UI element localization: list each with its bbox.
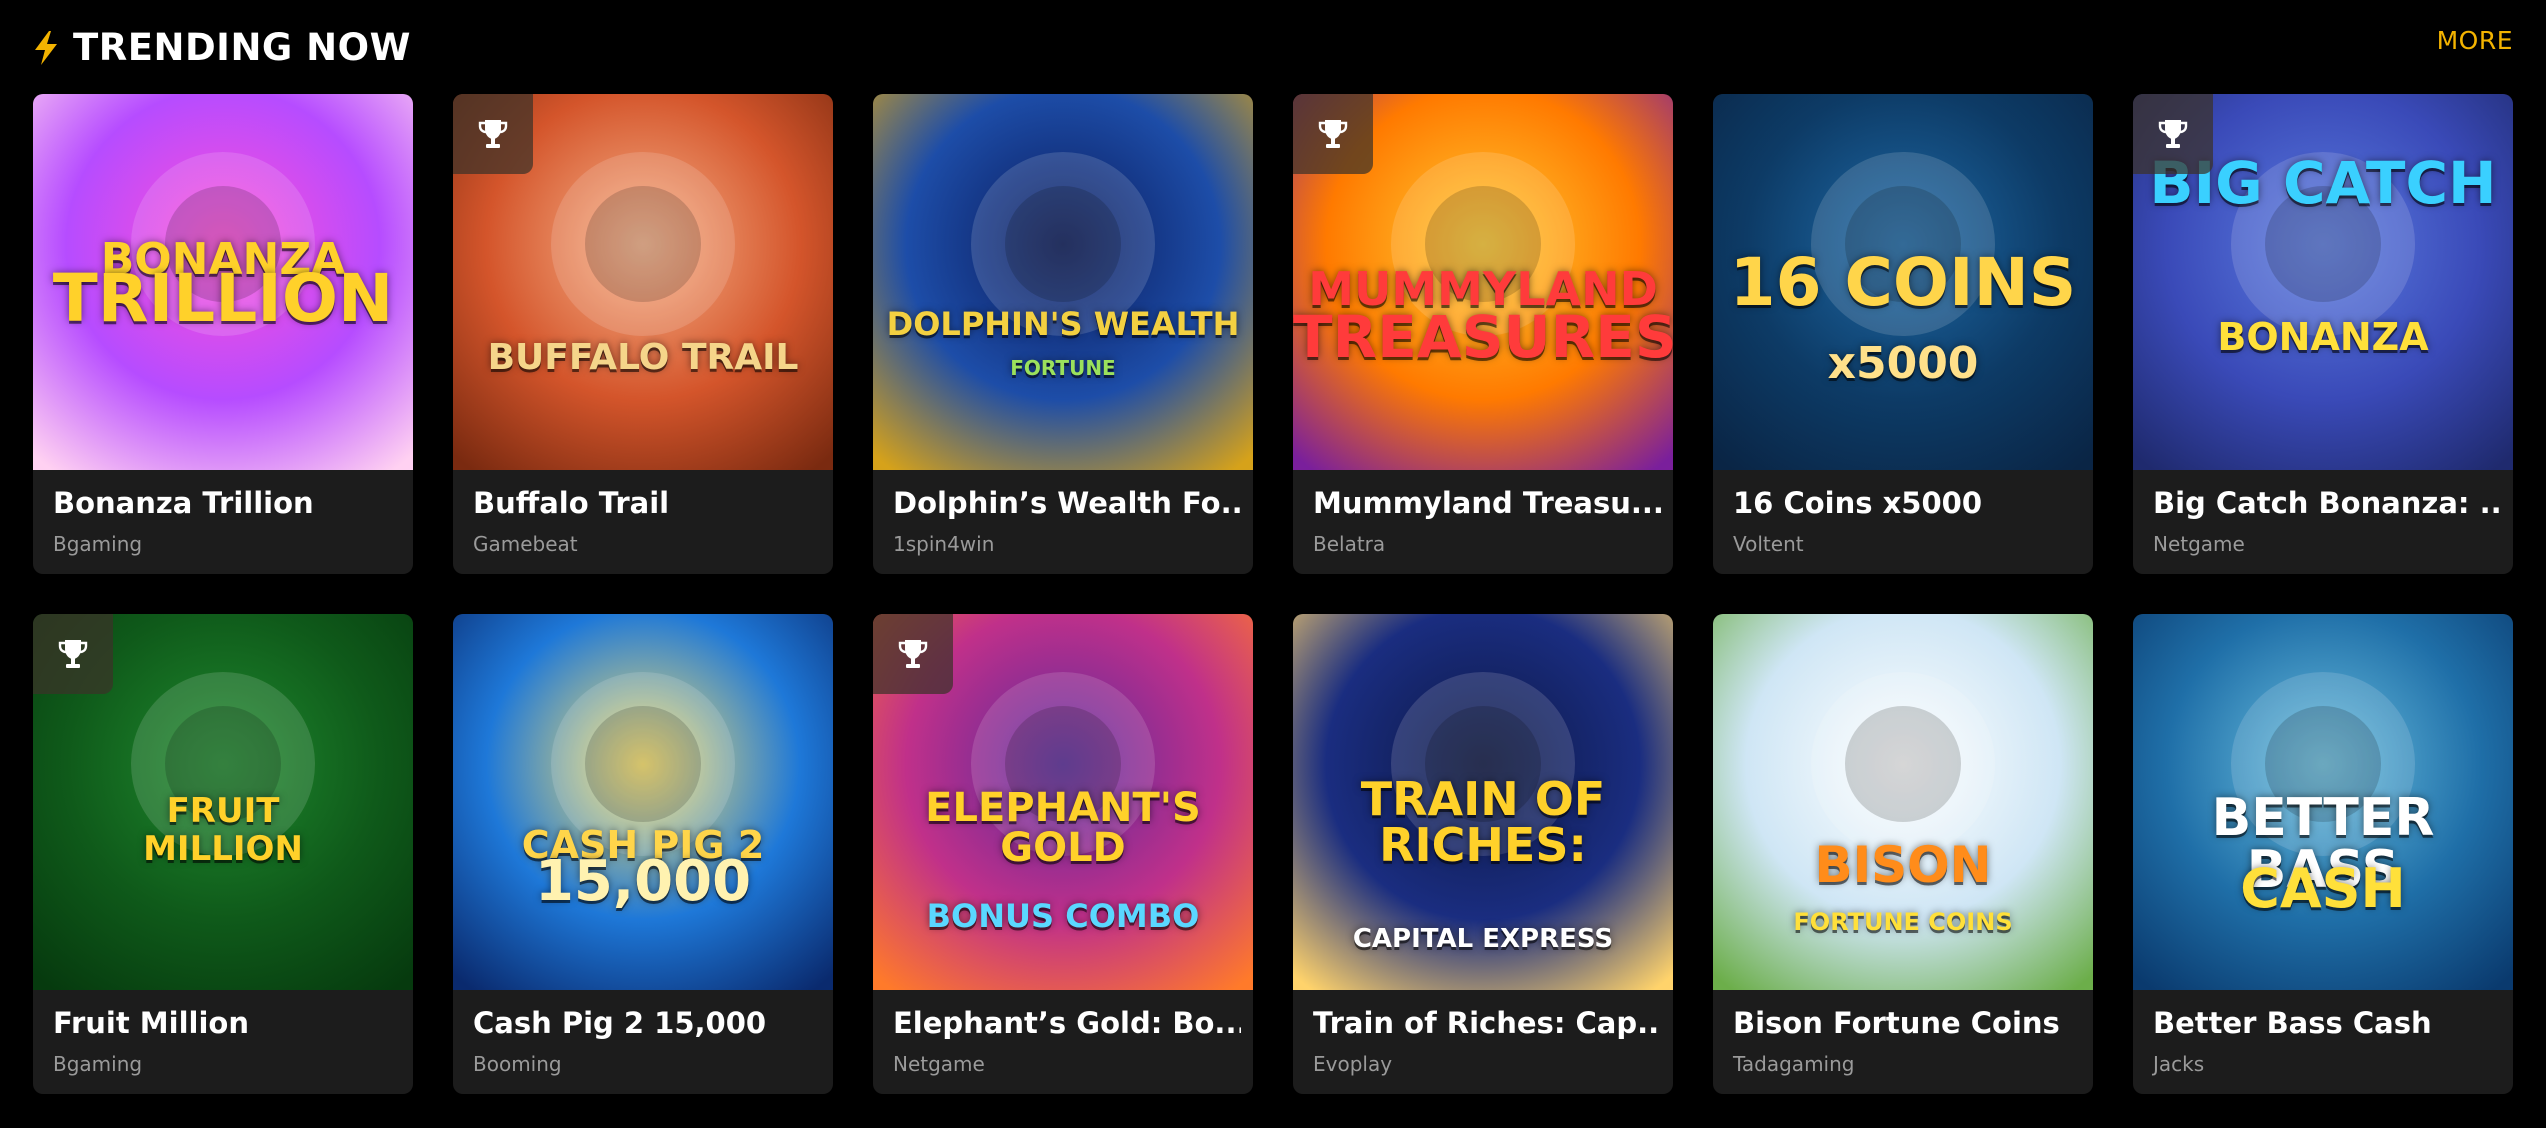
game-provider: Belatra — [1313, 532, 1386, 556]
game-name[interactable]: Fruit Million — [53, 1006, 401, 1040]
game-art-subtitle: FORTUNE — [1010, 356, 1116, 380]
games-grid: BONANZA TRILLION Bonanza Trillion Bgaming BU… — [33, 94, 2513, 1094]
game-name[interactable]: Bison Fortune Coins — [1733, 1006, 2081, 1040]
trophy-badge — [2133, 94, 2213, 174]
game-thumbnail[interactable]: BETTER BASS CASH — [2133, 614, 2513, 990]
game-info: Fruit Million Bgaming — [53, 1006, 401, 1076]
game-card[interactable]: BISON FORTUNE COINS Bison Fortune Coins Tad… — [1713, 614, 2093, 1094]
game-card[interactable]: DOLPHIN'S WEALTH FORTUNE Dolphin’s Wealth … — [873, 94, 1253, 574]
game-info: 16 Coins x5000 Voltent — [1733, 486, 2081, 556]
game-art-title: BISON — [1814, 836, 1992, 894]
game-name[interactable]: Cash Pig 2 15,000 — [473, 1006, 821, 1040]
game-name[interactable]: Elephant’s Gold: Bo... — [893, 1006, 1241, 1040]
game-card[interactable]: CASH PIG 2 15,000 Cash Pig 2 15,000 Booming — [453, 614, 833, 1094]
game-thumbnail[interactable]: DOLPHIN'S WEALTH FORTUNE — [873, 94, 1253, 470]
game-name[interactable]: Mummyland Treasu... — [1313, 486, 1661, 520]
game-thumbnail[interactable]: BUFFALO TRAIL — [453, 94, 833, 470]
game-card[interactable]: BONANZA TRILLION Bonanza Trillion Bgaming — [33, 94, 413, 574]
trophy-badge — [873, 614, 953, 694]
game-provider: 1spin4win — [893, 532, 995, 556]
game-thumbnail[interactable]: BONANZA TRILLION — [33, 94, 413, 470]
game-thumbnail[interactable]: ELEPHANT'S GOLD BONUS COMBO — [873, 614, 1253, 990]
game-art-subtitle: MILLION — [143, 829, 303, 869]
game-info: Bonanza Trillion Bgaming — [53, 486, 401, 556]
game-provider: Jacks — [2153, 1052, 2205, 1076]
game-art-title: ELEPHANT'S GOLD — [925, 785, 1201, 871]
game-thumbnail[interactable]: 16 COINS x5000 — [1713, 94, 2093, 470]
game-art-subtitle: x5000 — [1827, 338, 1979, 389]
trophy-icon — [898, 640, 928, 668]
game-provider: Gamebeat — [473, 532, 578, 556]
game-art-subtitle: 15,000 — [534, 849, 752, 914]
game-name[interactable]: Dolphin’s Wealth Fo... — [893, 486, 1241, 520]
section-title-text: TRENDING NOW — [73, 26, 411, 69]
game-card[interactable]: 16 COINS x5000 16 Coins x5000 Voltent — [1713, 94, 2093, 574]
game-info: Big Catch Bonanza: ... Netgame — [2153, 486, 2501, 556]
trophy-icon — [1318, 120, 1348, 148]
game-art-subtitle: CAPITAL EXPRESS — [1352, 924, 1614, 954]
game-name[interactable]: Buffalo Trail — [473, 486, 821, 520]
game-provider: Bgaming — [53, 532, 143, 556]
game-info: Dolphin’s Wealth Fo... 1spin4win — [893, 486, 1241, 556]
game-artwork — [873, 94, 1253, 470]
game-thumbnail[interactable]: MUMMYLAND TREASURES — [1293, 94, 1673, 470]
game-thumbnail[interactable]: CASH PIG 2 15,000 — [453, 614, 833, 990]
game-card[interactable]: MUMMYLAND TREASURES Mummyland Treasu... Bel… — [1293, 94, 1673, 574]
game-art-subtitle: TRILLION — [52, 260, 394, 337]
game-art-subtitle: FORTUNE COINS — [1793, 908, 2013, 936]
game-art-title: DOLPHIN'S WEALTH — [886, 305, 1240, 343]
game-thumbnail[interactable]: FRUIT MILLION — [33, 614, 413, 990]
trophy-badge — [33, 614, 113, 694]
game-art-subtitle: BONANZA — [2217, 315, 2429, 359]
game-thumbnail[interactable]: TRAIN OF RICHES: CAPITAL EXPRESS — [1293, 614, 1673, 990]
game-name[interactable]: Big Catch Bonanza: ... — [2153, 486, 2501, 520]
game-info: Cash Pig 2 15,000 Booming — [473, 1006, 821, 1076]
game-provider: Tadagaming — [1733, 1052, 1855, 1076]
lightning-icon — [35, 30, 57, 65]
game-name[interactable]: 16 Coins x5000 — [1733, 486, 2081, 520]
game-art-title: 16 COINS — [1729, 244, 2077, 321]
section-header: TRENDING NOW MORE — [33, 22, 2513, 74]
game-thumbnail[interactable]: BISON FORTUNE COINS — [1713, 614, 2093, 990]
game-card[interactable]: BIG CATCH BONANZA Big Catch Bonanza: ... Ne… — [2133, 94, 2513, 574]
game-art-subtitle: TREASURES — [1293, 303, 1673, 371]
trophy-icon — [58, 640, 88, 668]
game-info: Better Bass Cash Jacks — [2153, 1006, 2501, 1076]
game-art-title: TRAIN OF RICHES: — [1360, 772, 1606, 872]
game-card[interactable]: ELEPHANT'S GOLD BONUS COMBO Elephant’s Gol… — [873, 614, 1253, 1094]
game-card[interactable]: FRUIT MILLION Fruit Million Bgaming — [33, 614, 413, 1094]
game-card[interactable]: TRAIN OF RICHES: CAPITAL EXPRESS Train of … — [1293, 614, 1673, 1094]
game-art-title: BUFFALO TRAIL — [487, 337, 799, 378]
game-name[interactable]: Train of Riches: Cap... — [1313, 1006, 1661, 1040]
game-provider: Evoplay — [1313, 1052, 1393, 1076]
section-title: TRENDING NOW — [33, 26, 411, 69]
game-art-subtitle: CASH — [2240, 857, 2406, 920]
game-card[interactable]: BETTER BASS CASH Better Bass Cash Jacks — [2133, 614, 2513, 1094]
game-artwork — [453, 614, 833, 990]
game-name[interactable]: Better Bass Cash — [2153, 1006, 2501, 1040]
trophy-icon — [478, 120, 508, 148]
game-info: Buffalo Trail Gamebeat — [473, 486, 821, 556]
game-provider: Voltent — [1733, 532, 1804, 556]
game-art-subtitle: BONUS COMBO — [926, 897, 1200, 935]
game-art-title: FRUIT — [166, 791, 280, 831]
game-provider: Netgame — [893, 1052, 985, 1076]
game-provider: Netgame — [2153, 532, 2245, 556]
more-link[interactable]: MORE — [2437, 26, 2513, 55]
trophy-badge — [453, 94, 533, 174]
game-thumbnail[interactable]: BIG CATCH BONANZA — [2133, 94, 2513, 470]
game-card[interactable]: BUFFALO TRAIL Buffalo Trail Gamebeat — [453, 94, 833, 574]
trophy-icon — [2158, 120, 2188, 148]
game-info: Train of Riches: Cap... Evoplay — [1313, 1006, 1661, 1076]
game-provider: Booming — [473, 1052, 562, 1076]
game-info: Bison Fortune Coins Tadagaming — [1733, 1006, 2081, 1076]
game-info: Mummyland Treasu... Belatra — [1313, 486, 1661, 556]
game-provider: Bgaming — [53, 1052, 143, 1076]
trophy-badge — [1293, 94, 1373, 174]
game-name[interactable]: Bonanza Trillion — [53, 486, 401, 520]
game-info: Elephant’s Gold: Bo... Netgame — [893, 1006, 1241, 1076]
